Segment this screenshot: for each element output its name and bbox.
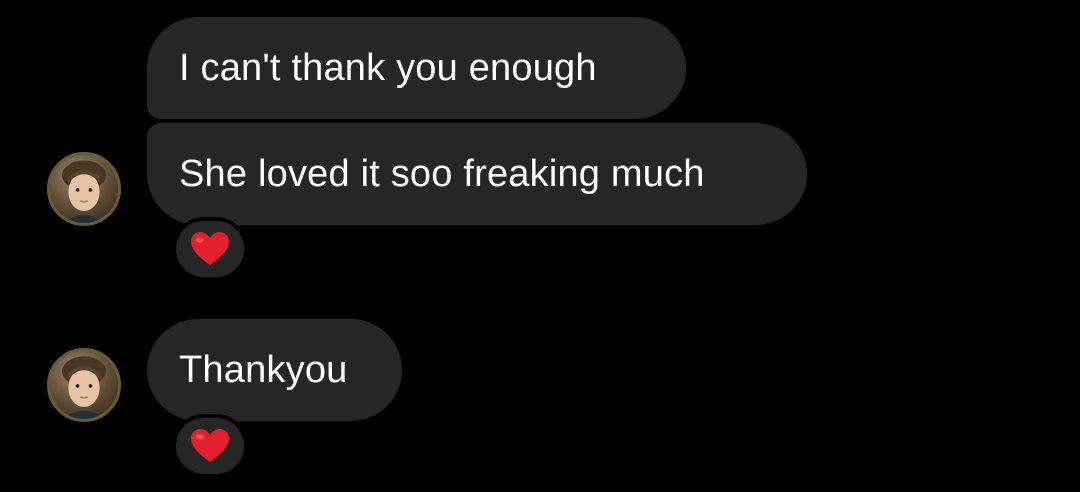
heart-emoji-icon <box>191 232 229 265</box>
message-text: She loved it soo freaking much <box>179 153 705 195</box>
message-bubble[interactable]: Thankyou <box>147 319 402 421</box>
avatar-photo <box>61 160 107 223</box>
avatar[interactable] <box>47 348 121 422</box>
message-bubble[interactable]: I can't thank you enough <box>147 17 686 119</box>
chat-thread: I can't thank you enough She loved it so… <box>0 0 1080 492</box>
message-text: I can't thank you enough <box>179 47 597 89</box>
heart-emoji-icon <box>191 429 229 462</box>
reaction-badge[interactable] <box>172 217 248 281</box>
reaction-badge[interactable] <box>172 414 248 478</box>
message-bubble[interactable]: She loved it soo freaking much <box>147 123 807 225</box>
avatar-photo <box>61 356 107 419</box>
avatar[interactable] <box>47 152 121 226</box>
message-text: Thankyou <box>179 349 348 391</box>
